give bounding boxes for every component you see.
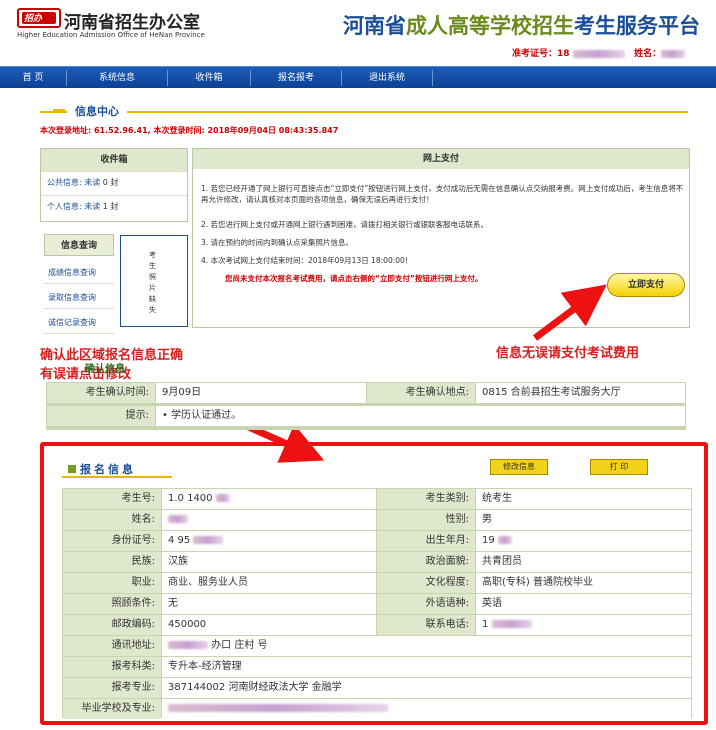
reg-category-value: 专升本-经济管理 — [162, 657, 691, 677]
annotation-right: 信息无误请支付考试费用 — [496, 346, 640, 361]
reg-school-value — [162, 699, 691, 719]
arrow-to-pay-icon — [532, 284, 607, 341]
registration-table: 考生号: 1.0 1400 考生类别: 统考生 姓名: 性别: 男 身份证号: … — [62, 488, 692, 719]
reg-major-label: 报考专业: — [63, 678, 161, 698]
print-button[interactable]: 打 印 — [590, 459, 648, 475]
registration-title: 报名信息 — [68, 463, 136, 476]
reg-address-value: 办口 庄村 号 — [162, 636, 691, 656]
confirm-title: 确认信息 — [85, 364, 125, 375]
reg-category-label: 报考科类: — [63, 657, 161, 677]
confirm-table: 考生确认时间: 9月09日 考生确认地点: 0815 合前县招生考试服务大厅 提… — [46, 382, 686, 430]
edit-info-button[interactable]: 修改信息 — [490, 459, 548, 475]
reg-address-label: 通讯地址: — [63, 636, 161, 656]
reg-major-value: 387144002 河南财经政法大学 金融学 — [162, 678, 691, 698]
reg-school-label: 毕业学校及专业: — [63, 699, 161, 719]
